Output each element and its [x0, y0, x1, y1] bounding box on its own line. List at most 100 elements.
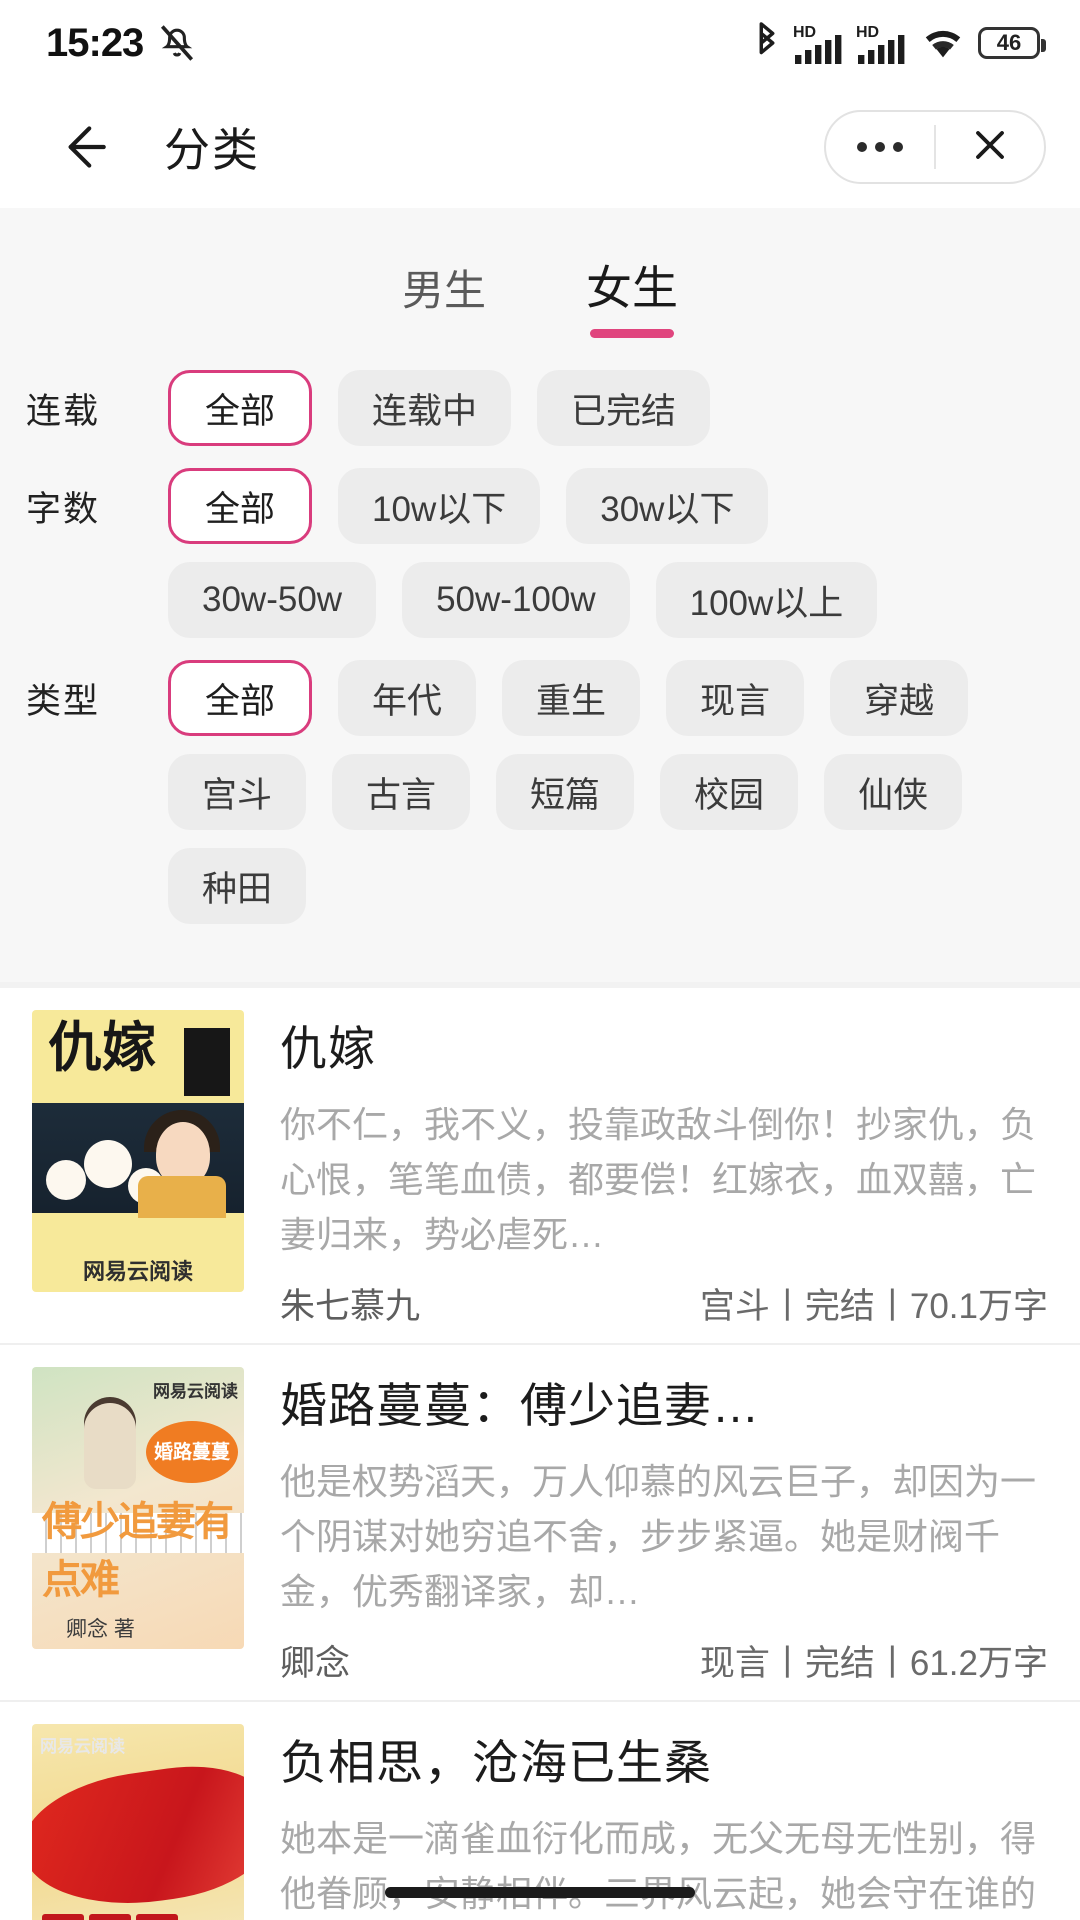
chip-serialization-all[interactable]: 全部: [168, 370, 313, 446]
chip-genre-chuanyue[interactable]: 穿越: [830, 660, 969, 736]
book-info: 婚路蔓蔓：傅少追妻… 他是权势滔天，万人仰慕的风云巨子，却因为一个阴谋对她穷追不…: [244, 1367, 1048, 1700]
book-description: 你不仁，我不义，投靠政敌斗倒你！抄家仇，负心恨，笔笔血债，都要偿！红嫁衣，血双囍…: [280, 1104, 1037, 1255]
book-description: 她本是一滴雀血衍化而成，无父无母无性别，得他眷顾，安静相伴。三界风云起，她会守在…: [280, 1818, 1037, 1914]
home-indicator: [385, 1887, 695, 1898]
filter-group-genre-row2: 宫斗 古言 短篇 校园 仙侠: [0, 754, 1080, 830]
chip-genre-chongsheng[interactable]: 重生: [502, 660, 641, 736]
book-description: 他是权势滔天，万人仰慕的风云巨子，却因为一个阴谋对她穷追不舍，步步紧逼。她是财阀…: [280, 1461, 1037, 1612]
filter-label-genre: 类型: [26, 681, 101, 721]
cover-title-text: 仇嫁: [48, 1018, 156, 1078]
cover-title-box: [136, 1914, 178, 1920]
gender-tabs: 男生 女生: [0, 208, 1080, 348]
chip-genre-xianyan[interactable]: 现言: [666, 660, 805, 736]
cover-title-text: 傅少追妻有点难: [42, 1499, 234, 1602]
close-icon: [970, 125, 1010, 170]
book-list: 仇嫁 网易云阅读 仇嫁 你不仁，我不义，投靠政敌斗倒你！抄家仇，负心恨，笔笔血债…: [0, 988, 1080, 1920]
chip-genre-xianxia[interactable]: 仙侠: [824, 754, 963, 830]
app-header: 分类: [0, 86, 1080, 208]
book-author: 朱七慕九: [280, 1287, 421, 1326]
mute-icon: [155, 21, 199, 65]
signal-hd-1-icon: HD: [793, 21, 845, 65]
tab-male-label: 男生: [401, 267, 486, 314]
tab-active-indicator: [590, 329, 674, 338]
chip-wordcount-over-100w[interactable]: 100w以上: [655, 562, 878, 638]
chip-genre-zhongtian[interactable]: 种田: [168, 848, 307, 924]
cover-title-box: [42, 1914, 84, 1920]
chip-genre-guyan[interactable]: 古言: [332, 754, 471, 830]
status-bar-left: 15:23: [46, 21, 199, 66]
cover-art-ribbon: [32, 1755, 244, 1919]
book-author: 卿念: [280, 1644, 351, 1683]
tab-female-label: 女生: [586, 262, 678, 314]
tab-female[interactable]: 女生: [586, 252, 678, 338]
page-title: 分类: [164, 124, 260, 176]
more-options-button[interactable]: [826, 112, 934, 182]
cover-title-boxes: [42, 1914, 178, 1920]
wifi-icon: [919, 23, 967, 63]
cover-figure-robe: [138, 1176, 226, 1218]
battery-icon: 46: [978, 27, 1046, 59]
book-meta-row: 卿念 现言丨完结丨61.2万字: [280, 1635, 1048, 1686]
cover-flower-icon: [84, 1140, 132, 1188]
book-meta-info: 宫斗丨完结丨70.1万字: [699, 1287, 1048, 1326]
chip-genre-duanpian[interactable]: 短篇: [496, 754, 635, 830]
filter-chips-wordcount-row1: 全部 10w以下 30w以下: [168, 468, 769, 544]
cover-title-box: [89, 1914, 131, 1920]
chip-genre-xiaoyuan[interactable]: 校园: [660, 754, 799, 830]
filter-group-wordcount-row2: 30w-50w 50w-100w 100w以上: [0, 562, 1080, 638]
chip-wordcount-all[interactable]: 全部: [168, 468, 313, 544]
book-title: 负相思，沧海已生桑: [280, 1736, 712, 1789]
chip-serialization-ongoing[interactable]: 连载中: [338, 370, 512, 446]
status-bar-right: HD HD 46: [752, 21, 1046, 65]
filter-group-genre: 类型 全部 年代 重生 现言 穿越: [0, 660, 1080, 736]
filter-label-serialization: 连载: [26, 391, 101, 431]
cover-brand-text: 网易云阅读: [40, 1737, 125, 1756]
book-cover-image: 网易云阅读 婚路蔓蔓 傅少追妻有点难 卿念 著: [32, 1367, 244, 1649]
back-arrow-icon[interactable]: [50, 116, 112, 178]
cover-footer-text: 网易云阅读: [82, 1259, 193, 1284]
battery-level: 46: [996, 30, 1022, 55]
chip-wordcount-under-30w[interactable]: 30w以下: [566, 468, 769, 544]
chip-genre-all[interactable]: 全部: [168, 660, 313, 736]
filter-group-genre-row3: 种田: [0, 848, 1080, 924]
status-time: 15:23: [46, 20, 144, 65]
cover-badge-text: 婚路蔓蔓: [146, 1421, 238, 1483]
book-info: 仇嫁 你不仁，我不义，投靠政敌斗倒你！抄家仇，负心恨，笔笔血债，都要偿！红嫁衣，…: [244, 1010, 1048, 1343]
tab-male[interactable]: 男生: [402, 257, 486, 338]
filter-chips-genre-row3: 种田: [168, 848, 307, 924]
cover-author-text: 卿念 著: [66, 1618, 135, 1641]
cover-brand-text: 网易云阅读: [153, 1382, 238, 1401]
chip-serialization-completed[interactable]: 已完结: [537, 370, 711, 446]
chip-wordcount-under-10w[interactable]: 10w以下: [338, 468, 541, 544]
book-meta-info: 现言丨完结丨61.2万字: [699, 1644, 1048, 1683]
book-title: 仇嫁: [280, 1022, 376, 1075]
filter-chips-wordcount-row2: 30w-50w 50w-100w 100w以上: [168, 562, 878, 638]
book-list-item[interactable]: 仇嫁 网易云阅读 仇嫁 你不仁，我不义，投靠政敌斗倒你！抄家仇，负心恨，笔笔血债…: [0, 988, 1080, 1343]
filter-group-serialization: 连载 全部 连载中 已完结: [0, 370, 1080, 446]
status-bar: 15:23 HD HD 46: [0, 0, 1080, 86]
window-controls: [824, 110, 1046, 184]
book-title: 婚路蔓蔓：傅少追妻…: [280, 1379, 760, 1432]
book-cover-image: 网易云阅读 已生桑 FUXIANGSI CANGHAI YISHENGSANG: [32, 1724, 244, 1920]
cover-figure-body: [84, 1403, 136, 1489]
chip-wordcount-50w-100w[interactable]: 50w-100w: [402, 562, 630, 638]
filter-group-wordcount: 字数 全部 10w以下 30w以下: [0, 468, 1080, 544]
svg-text:HD: HD: [856, 24, 879, 41]
filter-chips-genre-row1: 全部 年代 重生 现言 穿越: [168, 660, 969, 736]
chip-genre-gongdou[interactable]: 宫斗: [168, 754, 307, 830]
svg-text:HD: HD: [793, 24, 816, 41]
cover-flower-icon: [46, 1160, 86, 1200]
bluetooth-icon: [752, 22, 782, 64]
close-button[interactable]: [936, 112, 1044, 182]
more-options-icon: [857, 142, 903, 152]
filter-panel: 男生 女生 连载 全部 连载中 已完结 字数 全部 10w以下 30w以下 30…: [0, 208, 1080, 982]
book-list-item[interactable]: 网易云阅读 婚路蔓蔓 傅少追妻有点难 卿念 著 婚路蔓蔓：傅少追妻… 他是权势滔…: [0, 1343, 1080, 1700]
book-cover-image: 仇嫁 网易云阅读: [32, 1010, 244, 1292]
cover-side-block: [184, 1028, 230, 1096]
signal-hd-2-icon: HD: [856, 21, 908, 65]
chip-genre-niandai[interactable]: 年代: [338, 660, 477, 736]
chip-wordcount-30w-50w[interactable]: 30w-50w: [168, 562, 377, 638]
filter-chips-serialization: 全部 连载中 已完结: [168, 370, 711, 446]
filter-label-wordcount: 字数: [26, 489, 101, 529]
book-meta-row: 朱七慕九 宫斗丨完结丨70.1万字: [280, 1278, 1048, 1329]
